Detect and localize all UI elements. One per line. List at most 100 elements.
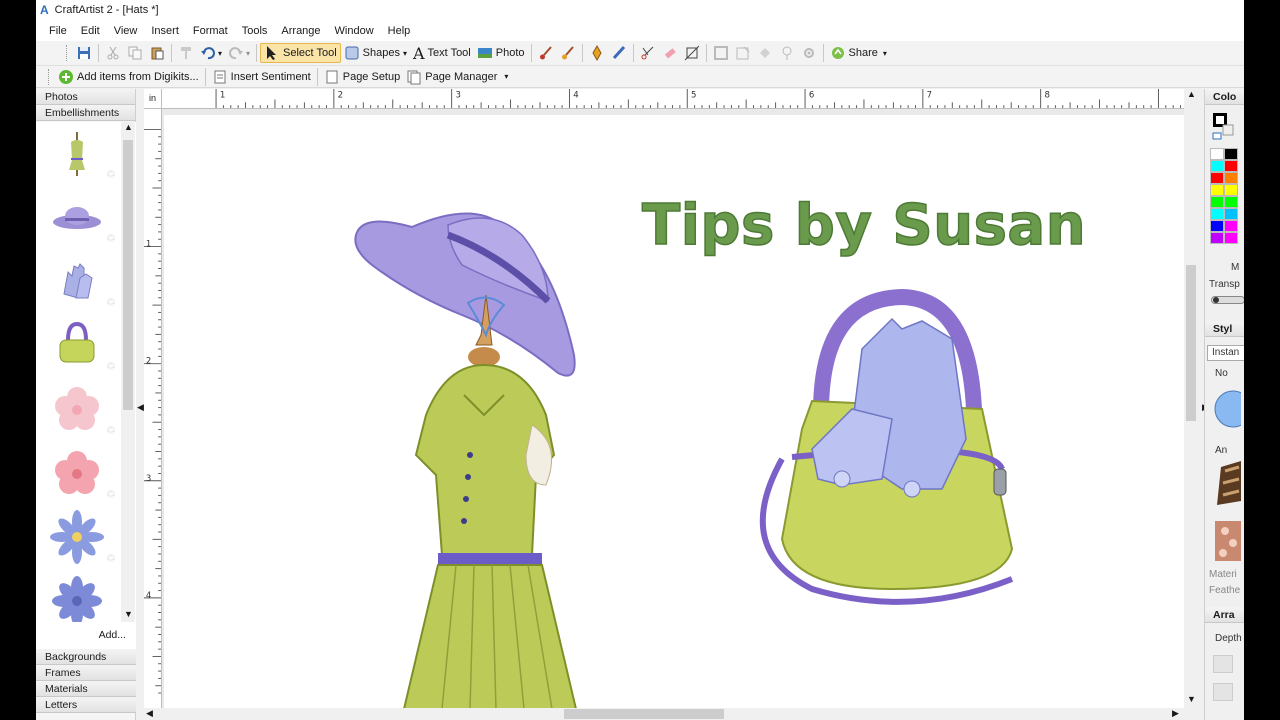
chevron-down-icon[interactable]: ▾ (246, 49, 250, 58)
colour-swatch[interactable] (1224, 220, 1238, 232)
animal-style-group[interactable]: An (1211, 445, 1227, 456)
transparency-button[interactable] (776, 43, 798, 63)
pattern-style-thumb-icon[interactable] (1211, 517, 1241, 563)
arrange-button[interactable] (1213, 683, 1233, 701)
toolbar-overflow-icon[interactable]: ▾ (504, 72, 508, 81)
colour-swatch[interactable] (1224, 148, 1238, 160)
toolbar-grip[interactable] (66, 45, 69, 61)
list-item[interactable]: ♲ (36, 442, 120, 506)
handbag-illustration[interactable] (752, 289, 1028, 609)
list-item[interactable]: ♲ (36, 506, 120, 570)
recycle-icon[interactable]: ♲ (106, 168, 118, 181)
shapes-button[interactable]: Shapes ▾ (341, 43, 410, 63)
arrange-button[interactable] (1213, 655, 1233, 673)
recycle-icon[interactable]: ♲ (106, 552, 118, 565)
menu-edit[interactable]: Edit (74, 25, 107, 37)
recycle-icon[interactable]: ♲ (106, 424, 118, 437)
list-item[interactable]: ♲ (36, 186, 120, 250)
canvas-vertical-scrollbar[interactable]: ▲ ▼ (1184, 89, 1198, 708)
scroll-up-icon[interactable]: ▲ (1187, 89, 1196, 99)
recycle-icon[interactable]: ♲ (106, 296, 118, 309)
undo-button[interactable]: ▾ (197, 43, 225, 63)
tab-materials[interactable]: Materials (36, 681, 136, 697)
pencil-tool-button[interactable] (608, 43, 630, 63)
colour-swatch[interactable] (1210, 232, 1224, 244)
select-tool-button[interactable]: Select Tool (260, 43, 341, 63)
format-painter-button[interactable] (175, 43, 197, 63)
recycle-icon[interactable]: ♲ (106, 232, 118, 245)
frame-button[interactable] (710, 43, 732, 63)
menu-view[interactable]: View (107, 25, 145, 37)
scrollbar-thumb[interactable] (123, 140, 133, 410)
insert-sentiment-button[interactable]: Insert Sentiment (209, 67, 314, 87)
menu-arrange[interactable]: Arrange (274, 25, 327, 37)
tab-backgrounds[interactable]: Backgrounds (36, 649, 136, 665)
toolbar-grip[interactable] (48, 68, 51, 85)
scrollbar-thumb[interactable] (564, 709, 724, 719)
colour-swatch[interactable] (1224, 160, 1238, 172)
ruler-unit[interactable]: in (144, 89, 162, 109)
scrollbar-thumb[interactable] (1186, 265, 1196, 421)
menu-tools[interactable]: Tools (235, 25, 275, 37)
recycle-icon[interactable]: ♲ (106, 488, 118, 501)
colour-swatch[interactable] (1210, 196, 1224, 208)
eraser-button[interactable] (659, 43, 681, 63)
tab-photos[interactable]: Photos (36, 89, 135, 105)
list-item[interactable]: ♲ (36, 122, 120, 186)
crop-button[interactable] (681, 43, 703, 63)
redo-button[interactable]: ▾ (225, 43, 253, 63)
menu-help[interactable]: Help (381, 25, 418, 37)
cutout-button[interactable] (637, 43, 659, 63)
transparency-slider[interactable] (1211, 296, 1244, 304)
colour-swatch[interactable] (1210, 220, 1224, 232)
fill-line-swatch-icon[interactable] (1211, 111, 1235, 141)
arrange-tab-header[interactable]: Arra (1205, 607, 1244, 623)
effects-button[interactable] (798, 43, 820, 63)
save-button[interactable] (73, 43, 95, 63)
colour-swatch[interactable] (1224, 196, 1238, 208)
copy-button[interactable] (124, 43, 146, 63)
list-item[interactable]: ♲ (36, 378, 120, 442)
scroll-down-icon[interactable]: ▼ (124, 609, 133, 619)
tab-letters[interactable]: Letters (36, 697, 136, 713)
canvas-horizontal-scrollbar[interactable]: ◀ ▶ (144, 708, 1190, 720)
scroll-right-icon[interactable]: ▶ (1172, 708, 1179, 719)
stamp-brush-button[interactable] (557, 43, 579, 63)
chevron-down-icon[interactable]: ▾ (403, 49, 407, 58)
scroll-up-icon[interactable]: ▲ (124, 122, 133, 132)
menu-insert[interactable]: Insert (144, 25, 186, 37)
edit-frame-button[interactable] (732, 43, 754, 63)
menu-file[interactable]: File (42, 25, 74, 37)
text-tool-button[interactable]: A Text Tool (410, 43, 474, 63)
colour-swatch[interactable] (1210, 148, 1224, 160)
colour-swatch[interactable] (1224, 232, 1238, 244)
embellishments-scrollbar[interactable]: ▲ ▼ (121, 122, 135, 622)
list-item[interactable]: ♲ (36, 250, 120, 314)
toolbar-overflow-icon[interactable]: ▾ (883, 49, 887, 58)
colour-swatch[interactable] (1210, 160, 1224, 172)
colour-swatch[interactable] (1210, 172, 1224, 184)
gear-style-thumb-icon[interactable] (1211, 385, 1241, 435)
colour-swatch[interactable] (1224, 184, 1238, 196)
colour-swatch[interactable] (1224, 208, 1238, 220)
colour-tab-header[interactable]: Colo (1205, 89, 1244, 105)
page-setup-button[interactable]: Page Setup (321, 67, 404, 87)
scroll-down-icon[interactable]: ▼ (1187, 694, 1196, 704)
canvas-title-text[interactable]: Tips by Susan (641, 192, 1086, 259)
colour-swatch[interactable] (1210, 184, 1224, 196)
menu-window[interactable]: Window (328, 25, 381, 37)
brush-button[interactable] (535, 43, 557, 63)
tab-frames[interactable]: Frames (36, 665, 136, 681)
fill-button[interactable] (754, 43, 776, 63)
pen-tool-button[interactable] (586, 43, 608, 63)
design-page[interactable]: Tips by Susan (164, 115, 1186, 709)
no-style-group[interactable]: No (1211, 368, 1228, 379)
recycle-icon[interactable]: ♲ (106, 360, 118, 373)
cut-button[interactable] (102, 43, 124, 63)
paste-button[interactable] (146, 43, 168, 63)
tab-embellishments[interactable]: Embellishments (36, 105, 135, 121)
share-button[interactable]: Share (827, 43, 881, 63)
collapse-left-panel-icon[interactable]: ◀ (137, 402, 144, 413)
colour-swatch[interactable] (1224, 172, 1238, 184)
styles-tab-header[interactable]: Styl (1205, 321, 1244, 337)
